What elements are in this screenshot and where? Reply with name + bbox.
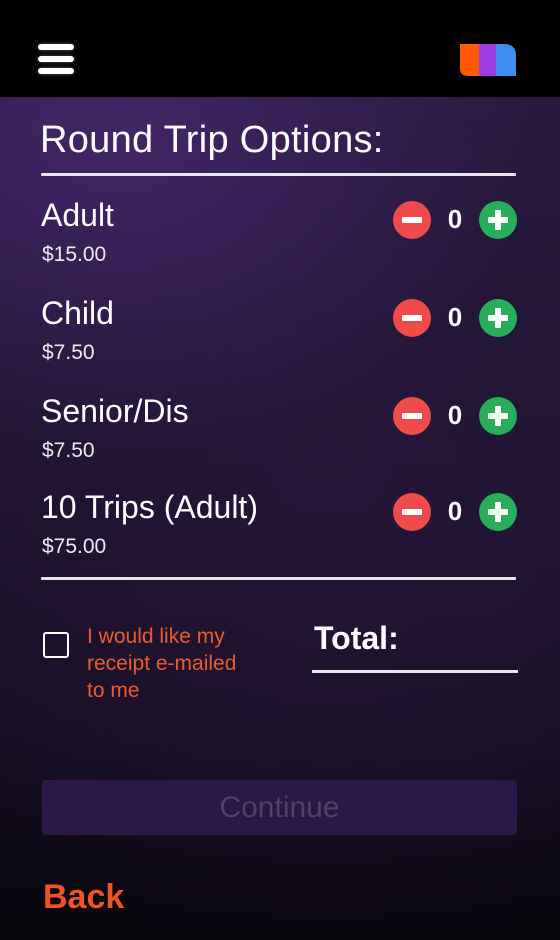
quantity-stepper: 0 xyxy=(393,201,517,239)
title-divider xyxy=(41,173,516,176)
brand-logo-icon[interactable] xyxy=(460,44,516,76)
email-receipt-label[interactable]: I would like my receipt e-mailed to me xyxy=(87,623,237,704)
total-label: Total: xyxy=(314,620,399,656)
total-underline xyxy=(312,670,518,673)
options-divider xyxy=(41,577,516,580)
decrement-button[interactable] xyxy=(393,201,431,239)
quantity-value: 0 xyxy=(447,400,463,430)
email-receipt-checkbox[interactable] xyxy=(43,632,69,658)
quantity-value: 0 xyxy=(447,302,463,332)
quantity-value: 0 xyxy=(447,496,463,526)
quantity-stepper: 0 xyxy=(393,493,517,531)
option-row-senior: Senior/Dis $7.50 0 xyxy=(41,393,517,473)
quantity-stepper: 0 xyxy=(393,299,517,337)
option-row-child: Child $7.50 0 xyxy=(41,295,517,375)
main-content: Round Trip Options: Adult $15.00 0 Child… xyxy=(0,97,560,940)
option-price: $7.50 xyxy=(42,439,95,462)
quantity-value: 0 xyxy=(447,204,463,234)
minus-icon xyxy=(402,315,422,321)
increment-button[interactable] xyxy=(479,397,517,435)
option-price: $75.00 xyxy=(42,535,107,558)
option-price: $15.00 xyxy=(42,243,107,266)
section-title: Round Trip Options: xyxy=(40,119,384,161)
quantity-stepper: 0 xyxy=(393,397,517,435)
top-bar xyxy=(0,0,560,97)
minus-icon xyxy=(402,217,422,223)
option-name: Senior/Dis xyxy=(41,393,189,429)
continue-button[interactable]: Continue xyxy=(42,780,517,835)
decrement-button[interactable] xyxy=(393,299,431,337)
decrement-button[interactable] xyxy=(393,397,431,435)
option-name: Adult xyxy=(41,197,114,233)
minus-icon xyxy=(402,413,422,419)
option-price: $7.50 xyxy=(42,341,95,364)
option-row-adult: Adult $15.00 0 xyxy=(41,197,517,277)
increment-button[interactable] xyxy=(479,299,517,337)
option-name: Child xyxy=(41,295,114,331)
increment-button[interactable] xyxy=(479,201,517,239)
option-row-10-trips: 10 Trips (Adult) $75.00 0 xyxy=(41,489,517,569)
decrement-button[interactable] xyxy=(393,493,431,531)
increment-button[interactable] xyxy=(479,493,517,531)
option-name: 10 Trips (Adult) xyxy=(41,489,258,525)
minus-icon xyxy=(402,509,422,515)
hamburger-menu-icon[interactable] xyxy=(38,42,74,76)
back-button[interactable]: Back xyxy=(43,878,124,917)
